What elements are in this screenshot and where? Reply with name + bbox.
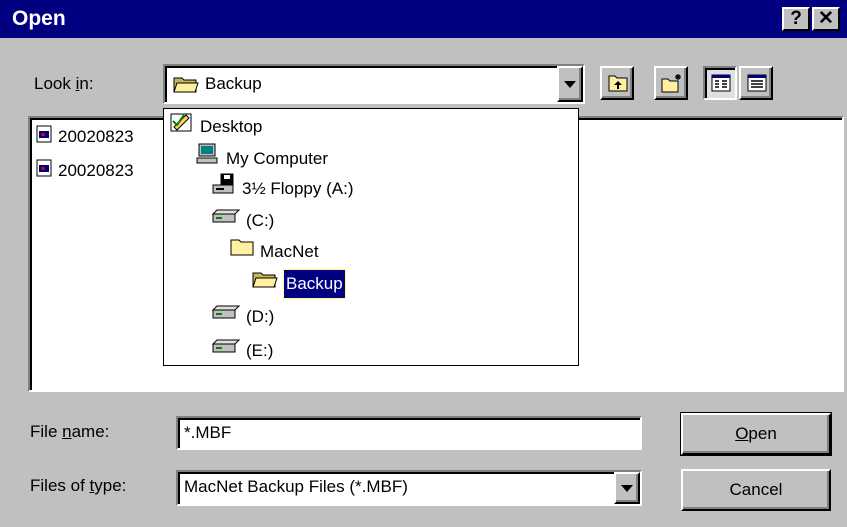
- look-in-dropdown-button[interactable]: [557, 66, 583, 102]
- hard-drive-icon: [211, 205, 241, 236]
- cancel-button[interactable]: Cancel: [681, 469, 831, 511]
- look-in-value: Backup: [205, 74, 262, 93]
- file-name-value: *.MBF: [184, 423, 232, 442]
- look-in-combo[interactable]: Backup: [163, 64, 585, 104]
- file-name: 20020823: [58, 127, 134, 146]
- list-item[interactable]: (D:): [211, 301, 274, 332]
- list-item[interactable]: My Computer: [196, 143, 328, 171]
- details-view-button[interactable]: [739, 66, 773, 100]
- chevron-down-icon: [564, 81, 576, 88]
- file-type-dropdown-button[interactable]: [614, 472, 640, 504]
- folder-icon: [230, 237, 254, 266]
- close-button[interactable]: ✕: [812, 7, 840, 31]
- mbf-file-icon: [36, 125, 52, 151]
- window-title: Open: [12, 7, 66, 30]
- cancel-button-label: Cancel: [729, 480, 783, 499]
- hard-drive-icon: [211, 335, 241, 365]
- open-button[interactable]: Open: [680, 412, 832, 456]
- floppy-drive-icon: [212, 173, 236, 204]
- title-bar[interactable]: Open ? ✕: [0, 0, 847, 38]
- up-one-level-button[interactable]: [600, 66, 634, 100]
- up-one-level-icon: [608, 74, 628, 97]
- list-item[interactable]: 3½ Floppy (A:): [212, 173, 354, 201]
- list-view-button[interactable]: [703, 66, 737, 100]
- create-new-folder-icon: [661, 73, 683, 98]
- look-in-dropdown-list[interactable]: Desktop My Computer 3½ Floppy (A:) (C:) …: [163, 108, 579, 366]
- open-button-label: Open: [735, 424, 777, 443]
- mbf-file-icon: [36, 159, 52, 185]
- list-item[interactable]: Desktop: [170, 111, 262, 139]
- file-type-label: Files of type:: [30, 476, 127, 495]
- file-item[interactable]: 20020823: [36, 158, 134, 184]
- open-folder-icon: [252, 269, 278, 298]
- help-icon: ?: [790, 8, 802, 29]
- file-type-value: MacNet Backup Files (*.MBF): [184, 477, 408, 496]
- file-type-select[interactable]: MacNet Backup Files (*.MBF): [176, 470, 642, 506]
- list-item[interactable]: (C:): [211, 205, 274, 236]
- file-name: 20020823: [58, 161, 134, 180]
- chevron-down-icon: [621, 485, 633, 492]
- close-icon: ✕: [818, 8, 834, 29]
- list-item[interactable]: (E:): [211, 335, 273, 365]
- list-item[interactable]: Backup: [252, 268, 346, 299]
- desktop-icon: [170, 111, 194, 142]
- help-button[interactable]: ?: [782, 7, 810, 31]
- file-item[interactable]: 20020823: [36, 124, 134, 150]
- my-computer-icon: [196, 143, 220, 174]
- list-view-icon: [711, 74, 731, 97]
- hard-drive-icon: [211, 301, 241, 332]
- create-new-folder-button[interactable]: [654, 66, 688, 100]
- look-in-label: Look in:: [34, 74, 94, 93]
- open-folder-icon: [173, 74, 199, 99]
- list-item[interactable]: MacNet: [230, 237, 319, 265]
- details-view-icon: [747, 74, 767, 97]
- file-name-input[interactable]: *.MBF: [176, 416, 642, 450]
- file-name-label: File name:: [30, 422, 110, 441]
